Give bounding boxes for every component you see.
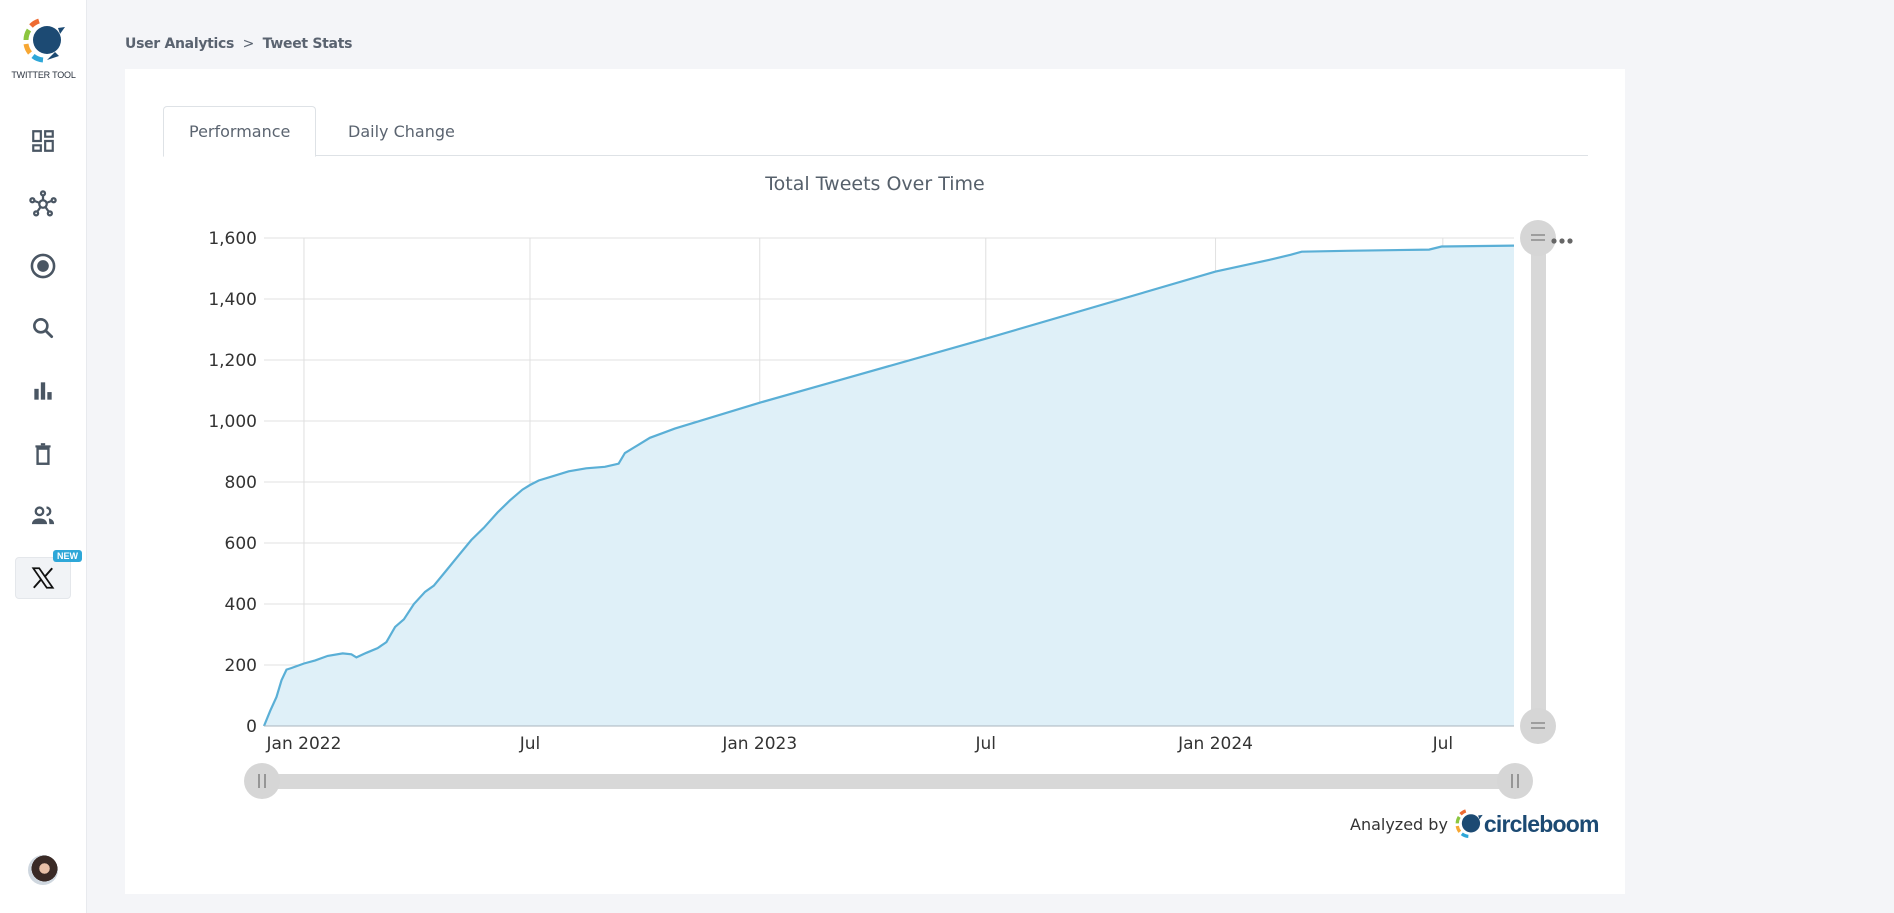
dashboard-icon [32, 130, 54, 152]
sidebar-item-search[interactable] [15, 307, 71, 349]
tab-daily-change[interactable]: Daily Change [323, 106, 480, 157]
y-range-track[interactable] [1531, 238, 1546, 725]
circleboom-brand-text: circleboom [1483, 810, 1600, 837]
x-range-handle-right[interactable] [1497, 763, 1533, 799]
chart-menu-icon[interactable] [1551, 238, 1573, 244]
circleboom-logo-icon [23, 18, 65, 63]
breadcrumb-parent[interactable]: User Analytics [125, 36, 234, 52]
tab-bar: Performance Daily Change [163, 106, 1588, 157]
bar-chart-icon [34, 382, 52, 400]
analyzed-by: Analyzed by circleboom [1350, 809, 1599, 839]
app-logo[interactable]: TWITTER TOOL [0, 18, 87, 80]
network-icon [29, 190, 57, 217]
breadcrumb: User Analytics > Tweet Stats [125, 36, 352, 52]
breadcrumb-current: Tweet Stats [262, 36, 353, 52]
y-range-handle-bottom[interactable] [1520, 708, 1556, 744]
app-logo-text: TWITTER TOOL [11, 70, 76, 80]
x-range-handle-left[interactable] [244, 763, 280, 799]
sidebar-item-x[interactable]: NEW [15, 550, 82, 599]
users-icon [31, 506, 55, 525]
user-avatar[interactable] [28, 855, 58, 885]
breadcrumb-separator: > [242, 36, 255, 52]
sidebar-item-dashboard[interactable] [15, 120, 71, 162]
new-badge: NEW [53, 550, 82, 562]
sidebar-item-network[interactable] [15, 183, 71, 225]
analyzed-by-label: Analyzed by [1350, 814, 1448, 834]
sidebar-item-users[interactable] [15, 495, 71, 537]
search-icon [33, 318, 54, 339]
circleboom-brand-icon [1455, 809, 1483, 839]
trash-icon [35, 443, 51, 465]
sidebar-item-analytics[interactable] [15, 370, 71, 412]
y-range-handle-top[interactable] [1520, 220, 1556, 256]
target-icon [30, 253, 56, 279]
sidebar-item-target[interactable] [15, 245, 71, 287]
tab-performance[interactable]: Performance [163, 106, 317, 157]
x-logo-icon [31, 567, 55, 589]
stats-card: Performance Daily Change Analyzed by cir… [125, 69, 1625, 894]
sidebar-item-delete[interactable] [15, 433, 71, 475]
sidebar: TWITTER TOOL NEW [0, 0, 87, 913]
x-range-track[interactable] [262, 774, 1515, 789]
